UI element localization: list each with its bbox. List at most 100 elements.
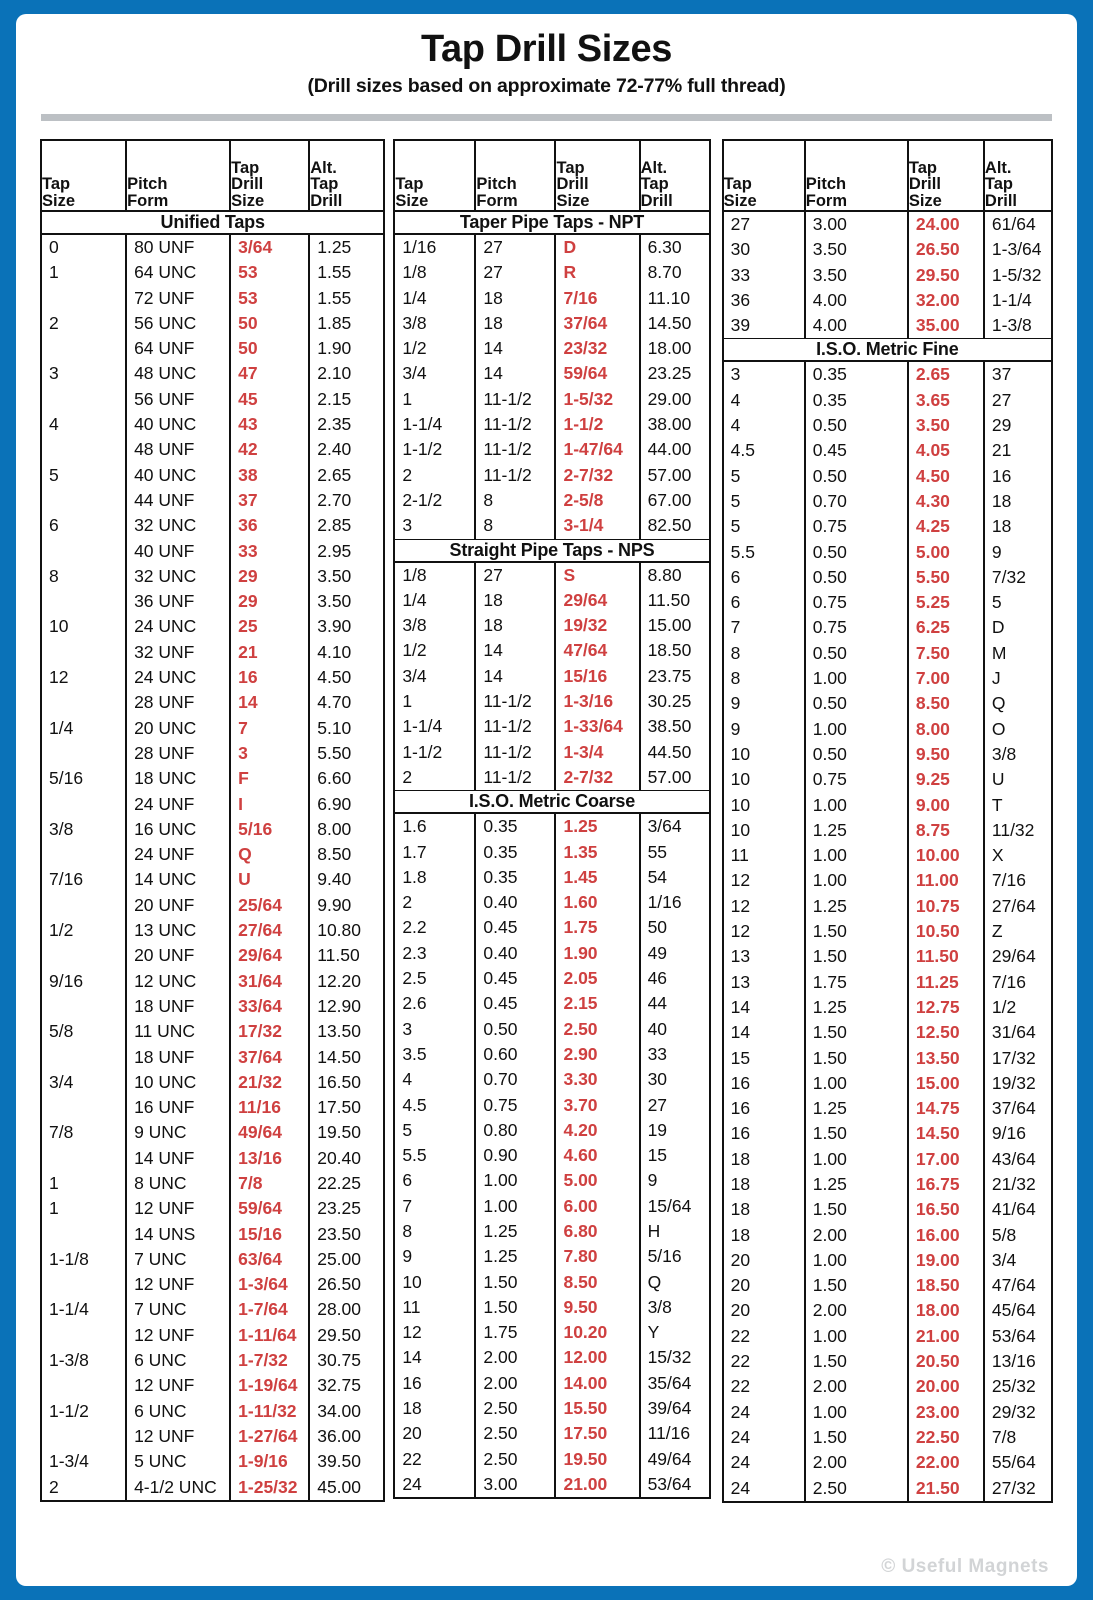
column-header-alt-tap-drill: Alt. Tap Drill [983, 141, 1051, 212]
cell-tap-drill-size: 14.50 [907, 1121, 985, 1147]
table-row: 16 2.00 14.00 35/64 [395, 1370, 708, 1397]
tap-drill-table: Tap Size Pitch Form Tap Drill Size Alt. Tap Drill… [723, 141, 1051, 1501]
header-line: Form [476, 192, 518, 211]
table-row: 48 UNF 42 2.40 [42, 437, 383, 463]
table-row: 5.5 0.50 5.00 9 [723, 539, 1051, 565]
cell-tap-size: 16 [723, 1121, 806, 1147]
table-row: 24 UNF I 6.90 [42, 791, 383, 817]
cell-pitch-form: 0.35 [804, 387, 909, 414]
table-row: 44 UNF 37 2.70 [42, 487, 383, 514]
header-line: Size [231, 192, 265, 211]
cell-pitch-form: 1.00 [475, 1193, 557, 1219]
cell-tap-size: 18 [723, 1171, 806, 1198]
cell-tap-drill-size: 6.25 [907, 615, 985, 641]
table-row: 12 1.50 10.50 Z [723, 919, 1051, 945]
cell-tap-size [42, 437, 128, 463]
cell-tap-drill-size: U [230, 867, 311, 893]
cell-tap-drill-size: 3.30 [555, 1067, 641, 1093]
cell-tap-drill-size: 22.00 [907, 1450, 985, 1476]
cell-alt-tap-drill: 2.65 [317, 464, 352, 485]
cell-tap-drill-size: 2-7/32 [555, 462, 641, 488]
cell-tap-drill-size: 6.00 [555, 1193, 641, 1219]
cell-tap-drill-size: 11.50 [907, 944, 985, 970]
cell-alt-tap-drill: 37 [991, 364, 1012, 385]
cell-pitch-form: 32 UNF [126, 639, 232, 666]
table-row: 3 0.50 2.50 40 [395, 1016, 708, 1042]
table-row: 7/16 14 UNC U 9.40 [42, 867, 383, 893]
cell-tap-drill-size: 7/8 [230, 1170, 311, 1197]
cell-alt-tap-drill: 4.50 [317, 667, 352, 688]
table-row: 1.8 0.35 1.45 54 [395, 864, 708, 891]
cell-tap-drill-size: 47 [230, 361, 311, 387]
cell-alt-tap-drill: 5.50 [317, 742, 352, 763]
cell-tap-drill-size: 7/16 [555, 285, 641, 311]
table-row: 10 1.25 8.75 11/32 [723, 817, 1051, 844]
cell-tap-drill-size: 1-7/32 [230, 1348, 311, 1374]
cell-tap-drill-size: 11/16 [230, 1095, 311, 1121]
cell-tap-size [42, 1044, 128, 1070]
cell-alt-tap-drill: O [991, 718, 1006, 739]
cell-pitch-form: 24 UNF [126, 791, 232, 817]
table-row: 9 1.00 8.00 O [723, 716, 1051, 742]
cell-tap-size: 36 [723, 287, 806, 314]
table-row: 22 1.50 20.50 13/16 [723, 1349, 1051, 1375]
tap-drill-tables: Tap Size Pitch Form Tap Drill Size Alt. Tap Drill… [40, 139, 1053, 1503]
cell-tap-drill-size: 5.25 [907, 590, 985, 616]
cell-pitch-form: 3.00 [475, 1471, 557, 1498]
cell-alt-tap-drill: 22.25 [317, 1172, 362, 1193]
cell-tap-size: 1.8 [395, 864, 477, 891]
cell-tap-drill-size: 25/64 [230, 892, 311, 919]
table-row: 72 UNF 53 1.55 [42, 285, 383, 311]
cell-tap-size [42, 1272, 128, 1298]
header-line: Size [42, 192, 76, 211]
cell-tap-size: 8 [723, 640, 806, 667]
cell-tap-drill-size: 47/64 [555, 638, 641, 664]
cell-alt-tap-drill: 3.90 [317, 616, 352, 637]
cell-tap-size: 12 [395, 1320, 477, 1346]
cell-pitch-form: 1.50 [804, 1197, 909, 1223]
cell-tap-drill-size: 4.20 [555, 1117, 641, 1144]
header-line: Size [723, 192, 757, 211]
cell-alt-tap-drill: 82.50 [647, 515, 692, 536]
cell-pitch-form: 1.00 [804, 1146, 909, 1172]
cell-alt-tap-drill: 6.60 [317, 768, 352, 789]
cell-tap-drill-size: 38 [230, 462, 311, 488]
section-header-row: Unified Taps [42, 210, 384, 235]
header-line: Size [908, 192, 942, 211]
cell-tap-size: 39 [723, 313, 806, 339]
cell-pitch-form: 20 UNC [126, 715, 232, 741]
cell-pitch-form: 1.50 [475, 1294, 557, 1321]
cell-tap-drill-size: 3.50 [907, 413, 985, 439]
cell-pitch-form: 14 [475, 663, 557, 690]
cell-tap-size: 2.6 [395, 991, 477, 1017]
cell-pitch-form: 64 UNF [126, 336, 232, 362]
table-row: 12 1.00 11.00 7/16 [723, 868, 1051, 894]
cell-alt-tap-drill: 9.90 [317, 894, 352, 915]
table-block-2: Tap Size Pitch Form Tap Drill Size Alt. Tap Drill… [393, 139, 711, 1500]
cell-alt-tap-drill: 2.95 [317, 540, 352, 561]
cell-tap-size: 15 [723, 1045, 806, 1071]
cell-tap-size: 2.3 [395, 940, 477, 967]
table-row: 3 8 3-1/4 82.50 [395, 513, 708, 540]
table-row: 2.2 0.45 1.75 50 [395, 915, 708, 941]
cell-pitch-form: 24 UNC [126, 614, 232, 640]
cell-tap-drill-size: 3.65 [907, 387, 985, 414]
table-row: 5/8 11 UNC 17/32 13.50 [42, 1019, 383, 1045]
cell-alt-tap-drill: 2.10 [317, 363, 352, 384]
cell-tap-drill-size: 24.00 [907, 211, 985, 238]
cell-alt-tap-drill: 37/64 [991, 1098, 1036, 1119]
cell-tap-drill-size: 16 [230, 665, 311, 691]
table-row: 0 80 UNF 3/64 1.25 [42, 234, 383, 261]
cell-pitch-form: 1.00 [804, 716, 909, 742]
cell-alt-tap-drill: 17/32 [991, 1047, 1036, 1068]
cell-tap-size: 2-1/2 [395, 487, 477, 514]
cell-tap-drill-size: 59/64 [230, 1196, 311, 1222]
cell-pitch-form: 16 UNF [126, 1095, 232, 1121]
table-row: 1-1/2 11-1/2 1-47/64 44.00 [395, 437, 708, 463]
section-header-row: I.S.O. Metric Coarse [395, 790, 709, 815]
cell-alt-tap-drill: 53/64 [647, 1473, 692, 1494]
cell-tap-size: 4 [723, 387, 806, 414]
table-row: 2 11-1/2 2-7/32 57.00 [395, 764, 708, 791]
cell-pitch-form: 0.45 [475, 991, 557, 1017]
cell-tap-drill-size: 3/64 [230, 234, 311, 261]
